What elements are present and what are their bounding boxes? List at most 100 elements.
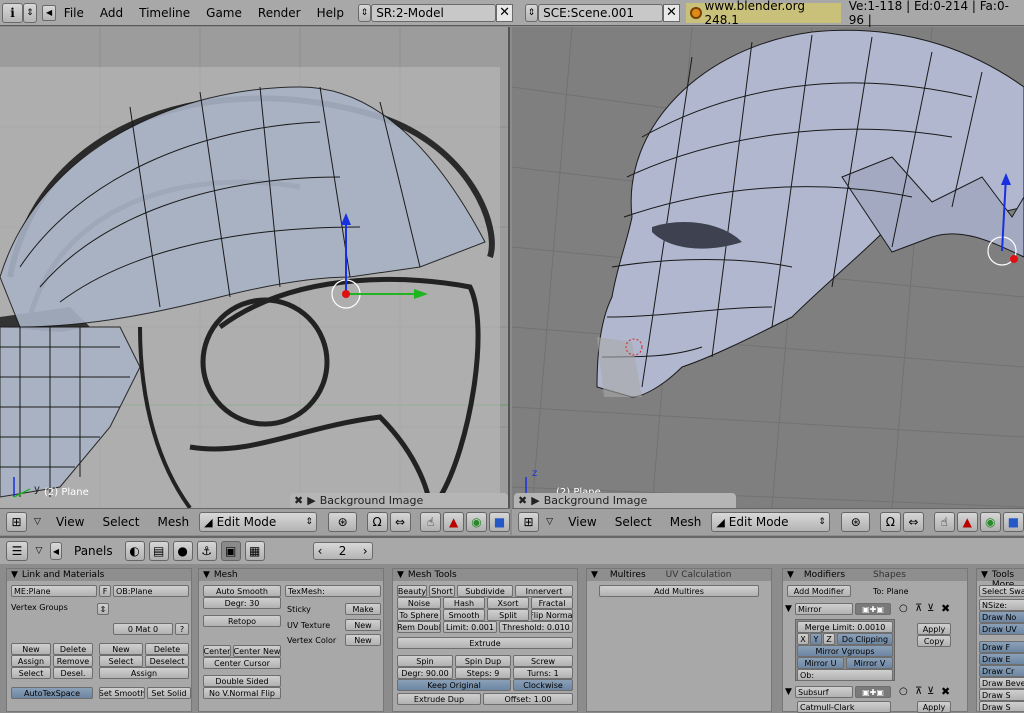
modifiers-tab[interactable]: Modifiers <box>798 570 851 580</box>
mirror-apply-button[interactable]: Apply <box>917 623 951 635</box>
occlude-geometry-icon[interactable]: ■ <box>489 512 510 532</box>
spin-dup-button[interactable]: Spin Dup <box>455 655 511 667</box>
left-3d-viewport[interactable]: y (2) Plane <box>0 27 510 508</box>
collapse-triangle-icon[interactable]: ▼ <box>397 570 404 580</box>
clockwise-toggle[interactable]: Clockwise <box>513 679 573 691</box>
select-vertex-icon[interactable]: ☝ <box>933 512 955 532</box>
draw-uv-toggle[interactable]: Draw UV <box>979 623 1024 635</box>
subdivide-button[interactable]: Subdivide <box>457 585 513 597</box>
collapse-triangle-icon[interactable]: ▼ <box>11 570 18 580</box>
smooth-button[interactable]: Smooth <box>443 609 485 621</box>
material-delete-button[interactable]: Delete <box>145 643 189 655</box>
mirror-vgroups-toggle[interactable]: Mirror Vgroups <box>797 645 893 657</box>
extrude-button[interactable]: Extrude <box>397 637 573 649</box>
retopo-toggle[interactable]: Retopo <box>203 615 281 627</box>
manipulator-toggle-icon[interactable]: Ω <box>879 512 901 532</box>
extrude-dup-button[interactable]: Extrude Dup <box>397 693 481 705</box>
transform-orientation-icon[interactable]: ⇔ <box>902 512 924 532</box>
script-context-icon[interactable]: ▤ <box>148 541 169 561</box>
mirror-axis-y[interactable]: Y <box>810 633 822 645</box>
mirror-cage-icon[interactable]: ○ <box>899 603 908 614</box>
subsurf-delete-icon[interactable]: ✖ <box>941 685 950 698</box>
right-menu-mesh[interactable]: Mesh <box>662 515 710 529</box>
draw-normals-toggle[interactable]: Draw No <box>979 611 1024 623</box>
draw-faces-toggle[interactable]: Draw F <box>979 641 1024 653</box>
header-collapse-icon[interactable]: ▽ <box>32 546 46 556</box>
texmesh-field[interactable]: TexMesh: <box>285 585 381 597</box>
multires-tab[interactable]: Multires <box>602 570 654 580</box>
subsurf-move-up-icon[interactable]: ⊼ <box>915 686 922 697</box>
subsurf-visibility-toggles[interactable]: ▣✚▣ <box>855 686 891 698</box>
set-solid-button[interactable]: Set Solid <box>147 687 191 699</box>
material-select-button[interactable]: Select <box>99 655 143 667</box>
right-menu-select[interactable]: Select <box>607 515 660 529</box>
keep-original-toggle[interactable]: Keep Original <box>397 679 511 691</box>
spin-steps-field[interactable]: Steps: 9 <box>455 667 511 679</box>
autotexspace-toggle[interactable]: AutoTexSpace <box>11 687 93 699</box>
object-context-icon[interactable]: ⚓ <box>196 541 217 561</box>
mirror-delete-icon[interactable]: ✖ <box>941 602 950 615</box>
select-edge-icon[interactable]: ▲ <box>443 512 465 532</box>
vgroup-delete-button[interactable]: Delete <box>53 643 93 655</box>
draw-seams-toggle[interactable]: Draw S <box>979 689 1024 701</box>
sticky-make-button[interactable]: Make <box>345 603 381 615</box>
pivot-point-icon[interactable]: ⊛ <box>328 512 357 532</box>
collapse-menu-icon[interactable]: ◀ <box>42 4 56 21</box>
manipulator-toggle-icon[interactable]: Ω <box>366 512 388 532</box>
collapse-triangle-icon[interactable]: ▼ <box>787 570 794 580</box>
vertex-group-browse-icon[interactable]: ⇕ <box>97 603 109 615</box>
double-sided-toggle[interactable]: Double Sided <box>203 675 281 687</box>
screen-browse-icon[interactable]: ⇕ <box>357 3 372 22</box>
spin-degree-field[interactable]: Degr: 90.00 <box>397 667 453 679</box>
collapse-triangle-icon[interactable]: ▼ <box>981 570 988 580</box>
screw-button[interactable]: Screw <box>513 655 573 667</box>
auto-smooth-degree-field[interactable]: Degr: 30 <box>203 597 281 609</box>
transform-orientation-icon[interactable]: ⇔ <box>389 512 411 532</box>
no-vnormal-flip-toggle[interactable]: No V.Normal Flip <box>203 687 281 699</box>
chevron-right-icon[interactable]: › <box>363 544 368 558</box>
menu-add[interactable]: Add <box>92 6 131 20</box>
mirror-u-toggle[interactable]: Mirror U <box>797 657 844 669</box>
subsurf-cage-icon[interactable]: ○ <box>899 686 908 697</box>
material-deselect-button[interactable]: Deselect <box>145 655 189 667</box>
uv-texture-new-button[interactable]: New <box>345 619 381 631</box>
fractal-button[interactable]: Fractal <box>531 597 573 609</box>
center-button[interactable]: Center <box>203 645 231 657</box>
mirror-axis-x[interactable]: X <box>797 633 809 645</box>
left-mode-select[interactable]: ◢ Edit Mode ⇕ <box>199 512 317 532</box>
screen-close-icon[interactable]: ✕ <box>495 3 514 22</box>
vgroup-assign-button[interactable]: Assign <box>11 655 51 667</box>
draw-edges-toggle[interactable]: Draw E <box>979 653 1024 665</box>
vgroup-remove-button[interactable]: Remove <box>53 655 93 667</box>
scene-context-icon[interactable]: ▦ <box>244 541 265 561</box>
material-new-button[interactable]: New <box>99 643 143 655</box>
scene-field[interactable]: SCE:Scene.001 <box>538 3 663 22</box>
mirror-axis-z[interactable]: Z <box>823 633 835 645</box>
mirror-modifier-name[interactable]: Mirror <box>795 603 853 615</box>
subsurf-collapse-icon[interactable]: ▼ <box>785 687 792 697</box>
mirror-visibility-toggles[interactable]: ▣✚▣ <box>855 603 891 615</box>
play-icon[interactable]: ▶ <box>307 494 315 507</box>
panel-title-bar[interactable]: ▼ Mesh <box>199 569 383 581</box>
normal-size-field[interactable]: NSize: <box>979 599 1024 611</box>
rem-doubles-button[interactable]: Rem Doubl <box>397 621 441 633</box>
object-name-field[interactable]: OB:Plane <box>113 585 189 597</box>
shapes-tab[interactable]: Shapes <box>855 570 924 580</box>
editing-context-icon[interactable]: ▣ <box>220 541 241 561</box>
occlude-geometry-icon[interactable]: ■ <box>1002 512 1024 532</box>
editor-type-icon[interactable]: ⊞ <box>518 512 540 532</box>
close-icon[interactable]: ✖ <box>294 494 303 507</box>
editor-type-icon[interactable]: ⊞ <box>6 512 27 532</box>
collapse-triangle-icon[interactable]: ▼ <box>591 570 598 580</box>
short-toggle[interactable]: Short <box>429 585 455 597</box>
vgroup-new-button[interactable]: New <box>11 643 51 655</box>
panel-title-bar[interactable]: ▼ Modifiers Shapes <box>783 569 967 581</box>
mirror-move-down-icon[interactable]: ⊻ <box>927 603 934 614</box>
do-clipping-toggle[interactable]: Do Clipping <box>837 633 893 645</box>
scene-browse-icon[interactable]: ⇕ <box>524 3 539 22</box>
mirror-object-field[interactable]: Ob: <box>797 669 893 681</box>
mirror-v-toggle[interactable]: Mirror V <box>846 657 893 669</box>
mirror-copy-button[interactable]: Copy <box>917 635 951 647</box>
header-collapse-icon[interactable]: ▽ <box>541 517 558 527</box>
play-icon[interactable]: ▶ <box>531 494 539 507</box>
